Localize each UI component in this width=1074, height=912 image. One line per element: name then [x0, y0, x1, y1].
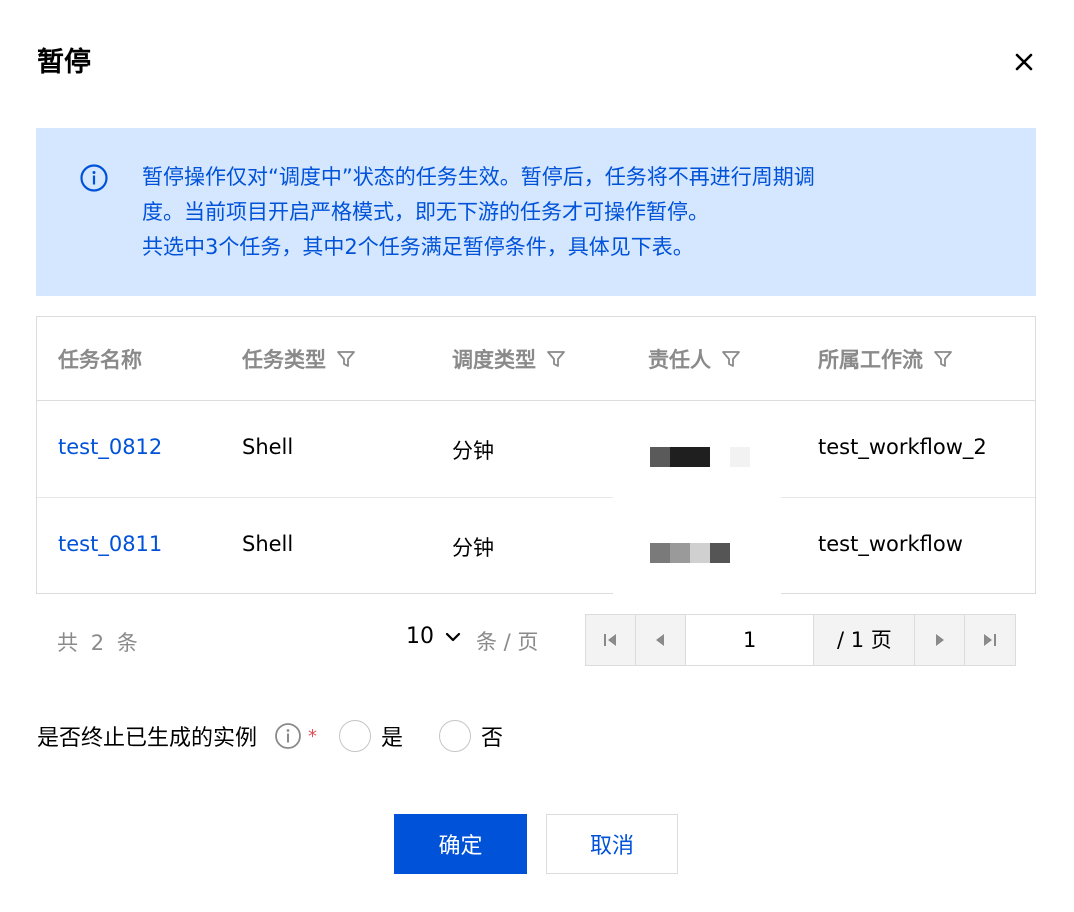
terminate-instances-field: 是否终止已生成的实例 * 是 否 — [37, 718, 503, 754]
total-number: 2 — [90, 631, 108, 655]
total-count: 共 2 条 — [57, 627, 141, 657]
total-suffix: 条 — [116, 631, 141, 655]
filter-icon[interactable] — [545, 348, 567, 370]
workflow-cell: test_workflow_2 — [818, 435, 987, 459]
column-header-schedule-type: 调度类型 — [452, 344, 567, 374]
column-label: 任务名称 — [58, 348, 142, 372]
radio-label: 否 — [481, 726, 504, 751]
close-button[interactable] — [1010, 48, 1038, 76]
total-prefix: 共 — [57, 631, 81, 655]
radio-label: 是 — [381, 726, 404, 751]
radio-no[interactable]: 否 — [439, 720, 503, 752]
filter-icon[interactable] — [932, 348, 954, 370]
table-row: test_0812 Shell 分钟 test_workflow_2 — [37, 401, 1035, 498]
radio-circle[interactable] — [339, 720, 372, 752]
schedule-type-cell: 分钟 — [452, 439, 494, 463]
column-label: 调度类型 — [452, 348, 536, 372]
task-type-cell: Shell — [242, 532, 294, 556]
table-row: test_0811 Shell 分钟 test_workflow — [37, 498, 1035, 595]
last-page-button[interactable] — [965, 615, 1015, 665]
notice-text: 暂停操作仅对“调度中”状态的任务生效。暂停后，任务将不再进行周期调 度。当前项目… — [142, 160, 932, 265]
cancel-button[interactable]: 取消 — [546, 814, 678, 874]
page-input[interactable]: 1 — [685, 615, 815, 665]
table-header: 任务名称 任务类型 调度类型 责任人 所属工作流 — [37, 317, 1035, 401]
next-page-icon — [935, 634, 944, 646]
column-header-task-name: 任务名称 — [58, 344, 142, 374]
owner-column-redacted — [613, 401, 781, 595]
page-size-value: 10 — [406, 624, 434, 649]
last-page-icon — [984, 634, 997, 646]
task-name-link[interactable]: test_0812 — [58, 435, 162, 459]
task-table: 任务名称 任务类型 调度类型 责任人 所属工作流 test_0812 Shell… — [36, 316, 1036, 595]
confirm-button[interactable]: 确定 — [394, 814, 527, 874]
notice-banner: 暂停操作仅对“调度中”状态的任务生效。暂停后，任务将不再进行周期调 度。当前项目… — [36, 128, 1036, 296]
prev-page-button[interactable] — [636, 615, 686, 665]
filter-icon[interactable] — [720, 348, 742, 370]
prev-page-icon — [656, 634, 665, 646]
radio-yes[interactable]: 是 — [339, 720, 403, 752]
workflow-cell: test_workflow — [818, 532, 963, 556]
schedule-type-cell: 分钟 — [452, 536, 494, 560]
task-name-link[interactable]: test_0811 — [58, 532, 162, 556]
column-header-workflow: 所属工作流 — [818, 344, 954, 374]
column-header-task-type: 任务类型 — [242, 344, 357, 374]
radio-circle[interactable] — [439, 720, 472, 752]
notice-line: 暂停操作仅对“调度中”状态的任务生效。暂停后，任务将不再进行周期调 — [142, 165, 815, 189]
required-mark: * — [308, 725, 318, 747]
column-label: 所属工作流 — [818, 348, 923, 372]
task-type-cell: Shell — [242, 435, 294, 459]
field-label: 是否终止已生成的实例 — [37, 726, 258, 751]
close-icon — [1015, 53, 1033, 71]
redacted-owner — [650, 447, 750, 467]
chevron-down-icon — [445, 632, 461, 641]
dialog-title: 暂停 — [37, 47, 91, 78]
first-page-button[interactable] — [586, 615, 636, 665]
notice-line: 共选中3个任务，其中2个任务满足暂停条件，具体见下表。 — [142, 235, 694, 259]
filter-icon[interactable] — [335, 348, 357, 370]
page-size-select[interactable]: 10 — [406, 624, 464, 649]
column-header-owner: 责任人 — [648, 344, 742, 374]
redacted-owner — [650, 543, 730, 563]
column-label: 任务类型 — [242, 348, 326, 372]
column-label: 责任人 — [648, 348, 711, 372]
next-page-button[interactable] — [915, 615, 966, 665]
info-icon — [80, 164, 108, 192]
notice-line: 度。当前项目开启严格模式，即无下游的任务才可操作暂停。 — [142, 200, 709, 224]
pagination: 1 / 1 页 — [585, 614, 1016, 666]
total-pages: / 1 页 — [814, 615, 916, 665]
info-icon[interactable] — [274, 722, 302, 750]
per-page-label: 条 / 页 — [476, 630, 539, 654]
first-page-icon — [604, 634, 617, 646]
